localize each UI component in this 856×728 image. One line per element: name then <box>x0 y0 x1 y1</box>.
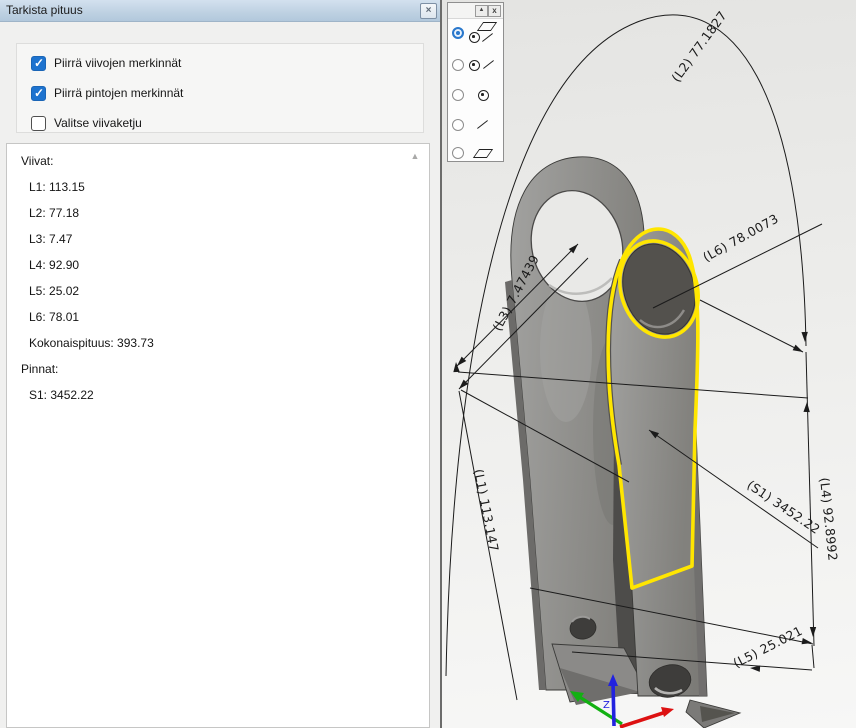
radio-icon[interactable] <box>452 27 464 39</box>
face-icon <box>477 22 497 31</box>
checkbox-draw-surface-marks[interactable]: Piirrä pintojen merkinnät <box>31 85 183 101</box>
edge-icon <box>482 33 493 42</box>
filter-vertex[interactable] <box>452 83 500 107</box>
dim-label-L6: (L6) 78.0073 <box>700 211 781 265</box>
list-item: L1: 113.15 <box>7 174 429 200</box>
dim-label-S1: (S1) 3452.22 <box>744 477 823 537</box>
list-item: L2: 77.18 <box>7 200 429 226</box>
list-item: L3: 7.47 <box>7 226 429 252</box>
dialog-title: Tarkista pituus <box>6 3 83 17</box>
edge-icon <box>477 120 488 129</box>
graphics-viewport[interactable]: (L2) 77.1827 (L6) 78.0073 (L3) 7.47439 (… <box>442 0 856 728</box>
edge-icon <box>483 60 494 69</box>
radio-icon[interactable] <box>452 59 464 71</box>
list-item: L4: 92.90 <box>7 252 429 278</box>
list-item: L5: 25.02 <box>7 278 429 304</box>
vertex-icon <box>478 90 489 101</box>
close-icon[interactable]: x <box>488 5 501 17</box>
checkbox-icon[interactable] <box>31 116 46 131</box>
list-item: L6: 78.01 <box>7 304 429 330</box>
vertex-icon <box>469 60 480 71</box>
model-view[interactable]: (L2) 77.1827 (L6) 78.0073 (L3) 7.47439 (… <box>442 0 856 728</box>
dim-label-L1: (L1) 113.147 <box>471 468 502 553</box>
filter-face[interactable] <box>452 141 500 165</box>
collapse-icon[interactable]: ▲ <box>475 5 488 17</box>
checkbox-icon[interactable] <box>31 86 46 101</box>
extension-line-L6 <box>700 300 803 352</box>
radio-icon[interactable] <box>452 147 464 159</box>
radio-icon[interactable] <box>452 119 464 131</box>
z-axis-label: Z <box>603 700 610 711</box>
filter-edge[interactable] <box>452 113 500 137</box>
x-axis-arrow <box>661 707 674 717</box>
dimension-line-L4 <box>806 352 814 646</box>
measurements-list[interactable]: Viivat:L1: 113.15L2: 77.18L3: 7.47L4: 92… <box>6 143 430 728</box>
face-icon <box>473 149 493 158</box>
checkbox-label: Valitse viivaketju <box>54 116 142 130</box>
corner-tick <box>812 645 814 668</box>
dim-label-L4: (L4) 92.8992 <box>817 477 841 562</box>
checkbox-select-chain[interactable]: Valitse viivaketju <box>31 115 142 131</box>
checkbox-draw-line-marks[interactable]: Piirrä viivojen merkinnät <box>31 55 181 71</box>
list-item: Viivat: <box>7 148 429 174</box>
radio-icon[interactable] <box>452 89 464 101</box>
close-icon[interactable]: × <box>420 3 437 19</box>
checkbox-icon[interactable] <box>31 56 46 71</box>
model-part[interactable] <box>505 157 740 728</box>
filter-toolbar-header[interactable]: ▲ x <box>448 3 503 19</box>
list-item: Kokonaispituus: 393.73 <box>7 330 429 356</box>
filter-all[interactable] <box>452 21 500 45</box>
app-window: Tarkista pituus × Piirrä viivojen merkin… <box>0 0 856 728</box>
filter-vertex-edge[interactable] <box>452 53 500 77</box>
checkbox-label: Piirrä viivojen merkinnät <box>54 56 181 70</box>
dialog-titlebar[interactable]: Tarkista pituus × <box>0 0 440 22</box>
options-groupbox: Piirrä viivojen merkinnät Piirrä pintoje… <box>16 43 424 133</box>
checkbox-label: Piirrä pintojen merkinnät <box>54 86 183 100</box>
list-item: Pinnat: <box>7 356 429 382</box>
scroll-up-icon[interactable]: ▲ <box>409 152 421 161</box>
check-length-dialog: Tarkista pituus × Piirrä viivojen merkin… <box>0 0 440 728</box>
vertex-icon <box>469 32 480 43</box>
selection-filter-toolbar: ▲ x <box>447 2 504 162</box>
list-item: S1: 3452.22 <box>7 382 429 408</box>
